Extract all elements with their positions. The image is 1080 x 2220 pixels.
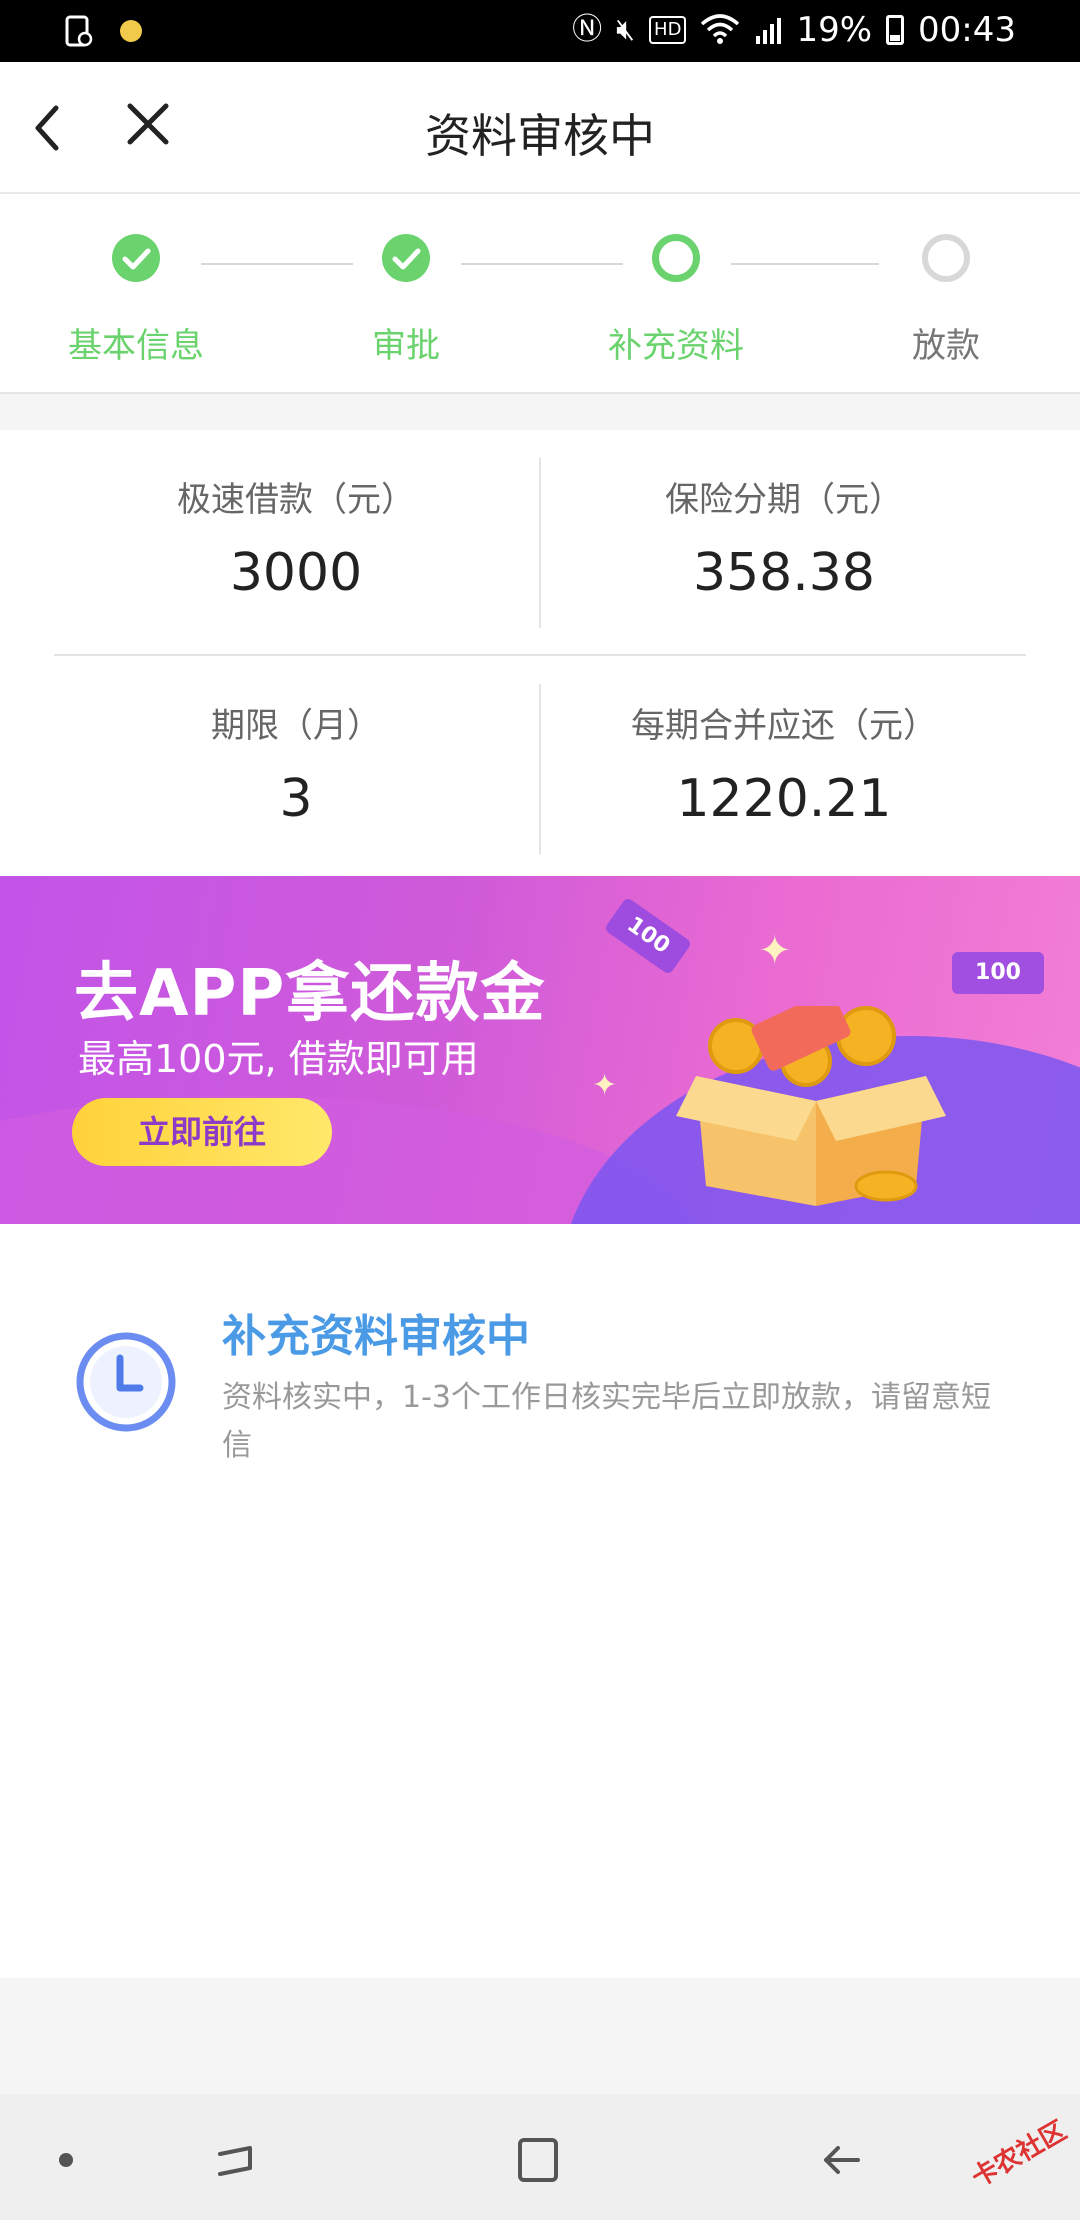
step-basic-info: 基本信息 — [36, 234, 236, 367]
status-left — [64, 14, 142, 48]
insurance-label: 保险分期（元） — [665, 480, 903, 520]
term-value: 3 — [279, 769, 313, 829]
banner-title: 去APP拿还款金 — [74, 957, 546, 1031]
loan-amount-cell: 极速借款（元） 3000 — [26, 472, 566, 603]
ticket-icon: 100 — [603, 896, 693, 976]
step-disbursement: 放款 — [846, 234, 1046, 367]
dot-icon[interactable] — [36, 2130, 96, 2190]
status-bar: Ⓝ 🔇︎ HD 19% 00:43 — [0, 0, 1080, 62]
back-icon[interactable] — [812, 2130, 872, 2190]
review-status-panel: 补充资料审核中 资料核实中，1-3个工作日核实完毕后立即放款，请留意短信 — [0, 1224, 1080, 1978]
column-divider — [539, 684, 541, 854]
pending-step-icon — [922, 234, 970, 282]
check-icon — [382, 234, 430, 282]
watermark-text: 卡农社区 — [966, 2115, 1072, 2194]
battery-percent: 19% — [796, 10, 873, 50]
notification-dot-icon — [120, 20, 142, 42]
repayment-value: 1220.21 — [676, 769, 892, 829]
review-description: 资料核实中，1-3个工作日核实完毕后立即放款，请留意短信 — [222, 1380, 991, 1463]
gift-box-icon — [676, 1006, 946, 1206]
repayment-label: 每期合并应还（元） — [631, 706, 937, 746]
term-label: 期限（月） — [211, 706, 381, 746]
ticket-icon: 100 — [952, 952, 1044, 994]
status-right: Ⓝ 🔇︎ HD 19% 00:43 — [572, 10, 1016, 50]
page-title: 资料审核中 — [425, 109, 655, 163]
wifi-icon — [701, 14, 740, 44]
check-icon — [112, 234, 160, 282]
insurance-value: 358.38 — [693, 543, 875, 603]
signal-icon — [756, 18, 782, 44]
recent-apps-icon[interactable] — [206, 2130, 266, 2190]
loan-amount-label: 极速借款（元） — [177, 480, 415, 520]
term-cell: 期限（月） 3 — [26, 698, 566, 829]
app-header: 资料审核中 — [0, 62, 1080, 194]
mute-icon: 🔇︎ — [616, 12, 636, 47]
repayment-cell: 每期合并应还（元） 1220.21 — [514, 698, 1054, 829]
hd-icon: HD — [649, 16, 687, 44]
notification-icon — [65, 15, 93, 47]
current-step-icon — [652, 234, 700, 282]
step-approval: 审批 — [306, 234, 506, 367]
nfc-icon: Ⓝ — [572, 12, 603, 47]
home-icon[interactable] — [508, 2130, 568, 2190]
clock-icon — [76, 1332, 176, 1432]
go-now-button[interactable]: 立即前往 — [72, 1098, 332, 1166]
loan-info-panel: 极速借款（元） 3000 保险分期（元） 358.38 期限（月） 3 每期合并… — [0, 430, 1080, 876]
system-nav-bar: 卡农社区 — [0, 2094, 1080, 2220]
promo-banner[interactable]: 100 100 ✦ ✦ 去APP拿还款金 最高100元, 借款即可用 立即前往 — [0, 876, 1080, 1224]
step-label: 放款 — [912, 326, 980, 366]
step-label: 审批 — [372, 326, 440, 366]
column-divider — [539, 458, 541, 628]
row-divider — [54, 654, 1026, 656]
loan-amount-value: 3000 — [229, 543, 363, 603]
insurance-cell: 保险分期（元） 358.38 — [514, 472, 1054, 603]
clock-time: 00:43 — [918, 10, 1016, 50]
step-label: 基本信息 — [68, 326, 204, 366]
sparkle-icon: ✦ — [592, 1068, 618, 1103]
sparkle-icon: ✦ — [758, 928, 792, 974]
battery-icon — [886, 15, 905, 45]
review-title: 补充资料审核中 — [222, 1311, 530, 1362]
banner-subtitle: 最高100元, 借款即可用 — [78, 1037, 479, 1081]
step-supplement: 补充资料 — [576, 234, 776, 367]
step-label: 补充资料 — [608, 326, 744, 366]
